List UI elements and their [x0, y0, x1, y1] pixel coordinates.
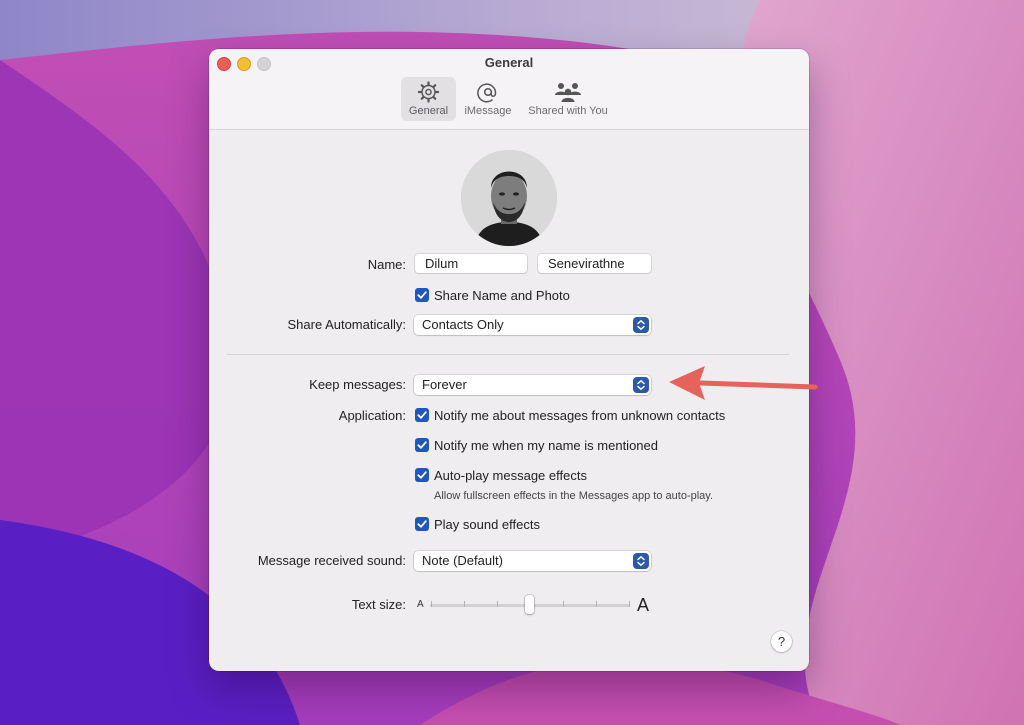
text-size-slider-knob[interactable] [525, 595, 534, 614]
annotation-arrow [669, 366, 818, 400]
checkmark-icon [417, 471, 427, 479]
notify-unknown-contacts-checkbox[interactable] [415, 408, 429, 422]
first-name-field[interactable]: Dilum [415, 254, 527, 273]
message-received-sound-popup[interactable]: Note (Default) [414, 551, 651, 571]
chevron-up-down-icon [633, 553, 649, 569]
notify-unknown-contacts-label: Notify me about messages from unknown co… [434, 408, 726, 423]
text-size-large-label: A [637, 595, 650, 615]
slider-tick [431, 601, 432, 607]
tab-imessage[interactable]: iMessage [460, 77, 516, 121]
tab-general-label: General [408, 105, 449, 117]
people-icon [555, 83, 581, 102]
slider-tick [563, 601, 564, 607]
keep-messages-value: Forever [422, 377, 467, 392]
share-name-photo-checkbox[interactable] [415, 288, 429, 302]
play-sound-effects-label: Play sound effects [434, 517, 540, 532]
message-received-sound-value: Note (Default) [422, 553, 503, 568]
slider-tick [629, 601, 630, 607]
checkmark-icon [417, 291, 427, 299]
checkmark-icon [417, 520, 427, 528]
toolbar: General General iMessage Shared with You [209, 49, 809, 130]
notify-name-mentioned-checkbox[interactable] [415, 438, 429, 452]
share-automatically-label: Share Automatically: [287, 317, 406, 332]
keep-messages-label: Keep messages: [309, 377, 406, 392]
text-size-small-label: A [417, 599, 424, 610]
profile-photo [461, 150, 557, 246]
play-sound-effects-checkbox[interactable] [415, 517, 429, 531]
chevron-up-down-icon [633, 317, 649, 333]
application-label: Application: [338, 408, 406, 423]
share-automatically-value: Contacts Only [422, 317, 504, 332]
name-label: Name: [367, 257, 406, 272]
tab-general[interactable]: General [401, 77, 456, 121]
checkmark-icon [417, 411, 427, 419]
tab-shared-with-you[interactable]: Shared with You [522, 77, 614, 121]
avatar[interactable] [461, 150, 557, 246]
help-button[interactable]: ? [771, 631, 792, 652]
share-name-photo-label: Share Name and Photo [434, 288, 570, 303]
notify-name-mentioned-label: Notify me when my name is mentioned [434, 438, 658, 453]
auto-play-effects-checkbox[interactable] [415, 468, 429, 482]
slider-tick [596, 601, 597, 607]
checkmark-icon [417, 441, 427, 449]
section-divider [227, 354, 789, 355]
tab-shared-label: Shared with You [528, 105, 608, 117]
keep-messages-popup[interactable]: Forever [414, 375, 651, 395]
slider-tick [464, 601, 465, 607]
auto-play-effects-label: Auto-play message effects [434, 468, 587, 483]
slider-tick [497, 601, 498, 607]
chevron-up-down-icon [633, 377, 649, 393]
tab-imessage-label: iMessage [464, 105, 512, 117]
text-size-label: Text size: [351, 597, 406, 612]
last-name-field[interactable]: Senevirathne [538, 254, 651, 273]
share-automatically-popup[interactable]: Contacts Only [414, 315, 651, 335]
at-sign-icon [477, 83, 497, 103]
gear-icon [417, 81, 440, 103]
message-received-sound-label: Message received sound: [257, 553, 406, 568]
auto-play-effects-description: Allow fullscreen effects in the Messages… [434, 490, 714, 502]
window-title: General [484, 55, 534, 70]
